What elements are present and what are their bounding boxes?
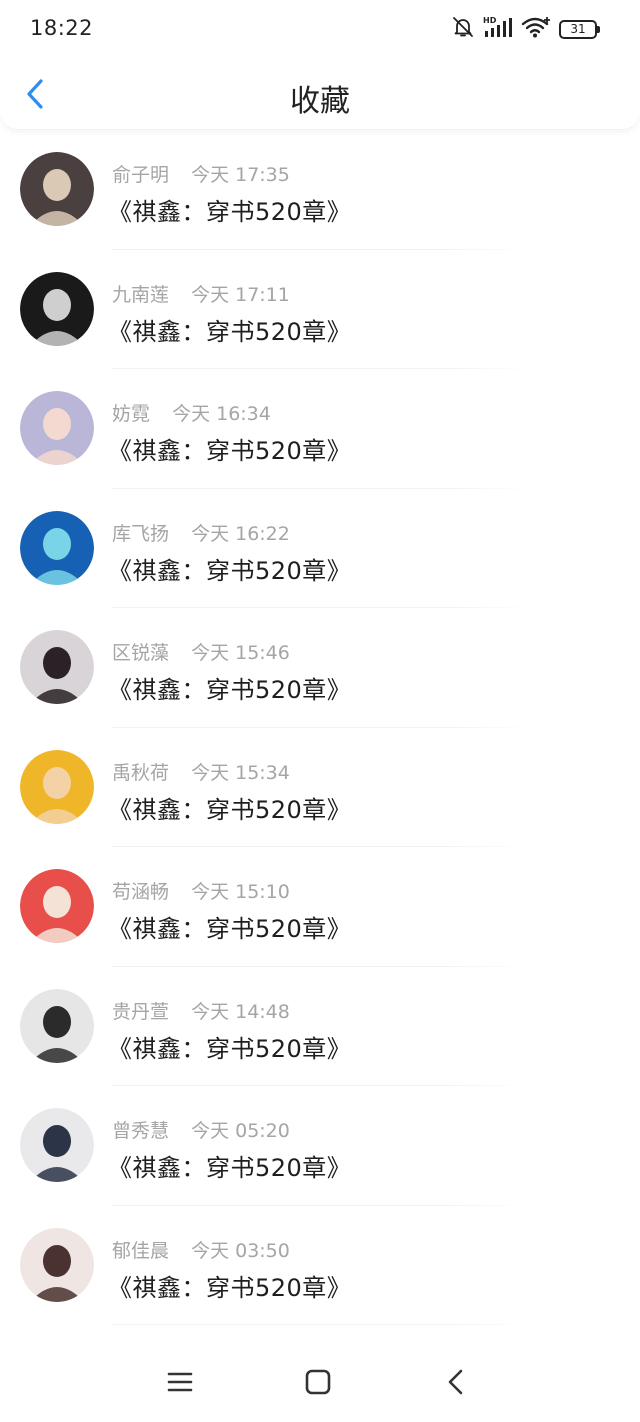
- system-nav-bar: [0, 1342, 640, 1422]
- item-title[interactable]: 《祺鑫：穿书520章》: [108, 670, 351, 705]
- wifi-icon: [521, 15, 551, 43]
- timestamp: 今天 05:20: [191, 1120, 290, 1142]
- home-square-icon: [305, 1369, 331, 1395]
- item-meta: 区锐藻 今天 15:46: [112, 638, 290, 665]
- author-name: 区锐藻: [112, 642, 170, 664]
- timestamp: 今天 17:35: [191, 164, 290, 186]
- list-item[interactable]: 禹秋荷 今天 15:34 《祺鑫：穿书520章》: [0, 728, 640, 847]
- avatar[interactable]: [20, 749, 94, 824]
- list-item[interactable]: 贵丹萱 今天 14:48 《祺鑫：穿书520章》: [0, 967, 640, 1086]
- list-item[interactable]: 区锐藻 今天 15:46 《祺鑫：穿书520章》: [0, 608, 640, 728]
- battery-icon: 31: [559, 19, 600, 39]
- list-item[interactable]: 九南莲 今天 17:11 《祺鑫：穿书520章》: [0, 250, 640, 369]
- item-meta: 禹秋荷 今天 15:34: [112, 758, 290, 785]
- status-icons: HD 31: [451, 16, 600, 42]
- avatar[interactable]: [20, 510, 94, 585]
- status-bar: 18:22 HD 31: [0, 0, 640, 56]
- item-meta: 九南莲 今天 17:11: [112, 280, 290, 307]
- author-name: 禹秋荷: [112, 761, 170, 784]
- list-item[interactable]: 苟涵畅 今天 15:10 《祺鑫：穿书520章》: [0, 847, 640, 967]
- timestamp: 今天 14:48: [191, 1000, 290, 1023]
- item-title[interactable]: 《祺鑫：穿书520章》: [108, 1268, 351, 1303]
- list-item[interactable]: 曾秀慧 今天 05:20 《祺鑫：穿书520章》: [0, 1086, 640, 1206]
- back-triangle-icon: [448, 1369, 463, 1395]
- timestamp: 今天 15:34: [191, 761, 290, 784]
- timestamp: 今天 15:46: [191, 642, 290, 664]
- author-name: 郁佳晨: [112, 1239, 170, 1262]
- list-item[interactable]: 郁佳晨 今天 03:50 《祺鑫：穿书520章》: [0, 1206, 640, 1325]
- item-meta: 郁佳晨 今天 03:50: [112, 1236, 290, 1263]
- avatar[interactable]: [20, 869, 94, 943]
- list-item[interactable]: 妨霓 今天 16:34 《祺鑫：穿书520章》: [0, 369, 640, 489]
- menu-button[interactable]: [162, 1364, 198, 1400]
- status-time: 18:22: [30, 16, 94, 40]
- author-name: 苟涵畅: [112, 881, 170, 903]
- page-title: 收藏: [290, 84, 350, 119]
- item-meta: 苟涵畅 今天 15:10: [112, 877, 290, 904]
- avatar[interactable]: [20, 988, 94, 1063]
- list-item[interactable]: 俞子明 今天 17:35 《祺鑫：穿书520章》: [0, 130, 640, 250]
- author-name: 妨霓: [112, 403, 151, 425]
- timestamp: 今天 16:22: [191, 522, 290, 545]
- author-name: 俞子明: [112, 164, 170, 186]
- timestamp: 今天 17:11: [191, 283, 290, 306]
- svg-text:HD: HD: [483, 16, 497, 25]
- mute-bell-icon: [451, 15, 475, 43]
- avatar[interactable]: [20, 152, 94, 226]
- item-title[interactable]: 《祺鑫：穿书520章》: [108, 312, 351, 347]
- list-item[interactable]: 库飞扬 今天 16:22 《祺鑫：穿书520章》: [0, 489, 640, 608]
- divider: [112, 1324, 530, 1325]
- author-name: 贵丹萱: [112, 1000, 170, 1023]
- item-title[interactable]: 《祺鑫：穿书520章》: [108, 1029, 351, 1064]
- hd-signal-icon: HD: [483, 15, 513, 43]
- battery-level: 31: [559, 19, 597, 39]
- item-meta: 俞子明 今天 17:35: [112, 160, 290, 187]
- item-meta: 曾秀慧 今天 05:20: [112, 1116, 290, 1143]
- timestamp: 今天 03:50: [191, 1239, 290, 1262]
- item-meta: 妨霓 今天 16:34: [112, 399, 271, 426]
- home-button[interactable]: [300, 1364, 336, 1400]
- avatar[interactable]: [20, 271, 94, 346]
- item-title[interactable]: 《祺鑫：穿书520章》: [108, 790, 351, 825]
- avatar[interactable]: [20, 1227, 94, 1302]
- favorites-list: 俞子明 今天 17:35 《祺鑫：穿书520章》 九南莲 今天 17:11 《祺…: [0, 130, 640, 1325]
- author-name: 九南莲: [112, 283, 170, 306]
- item-title[interactable]: 《祺鑫：穿书520章》: [108, 909, 351, 944]
- item-title[interactable]: 《祺鑫：穿书520章》: [108, 431, 351, 466]
- timestamp: 今天 15:10: [191, 881, 290, 903]
- timestamp: 今天 16:34: [172, 403, 271, 425]
- avatar[interactable]: [20, 391, 94, 465]
- item-meta: 库飞扬 今天 16:22: [112, 519, 290, 546]
- avatar[interactable]: [20, 1108, 94, 1182]
- author-name: 库飞扬: [112, 522, 170, 545]
- nav-back-button[interactable]: [438, 1364, 474, 1400]
- item-meta: 贵丹萱 今天 14:48: [112, 997, 290, 1024]
- header: 收藏: [0, 56, 640, 130]
- item-title[interactable]: 《祺鑫：穿书520章》: [108, 551, 351, 586]
- avatar[interactable]: [20, 630, 94, 704]
- author-name: 曾秀慧: [112, 1120, 170, 1142]
- item-title[interactable]: 《祺鑫：穿书520章》: [108, 192, 351, 227]
- item-title[interactable]: 《祺鑫：穿书520章》: [108, 1148, 351, 1183]
- menu-icon: [167, 1372, 193, 1392]
